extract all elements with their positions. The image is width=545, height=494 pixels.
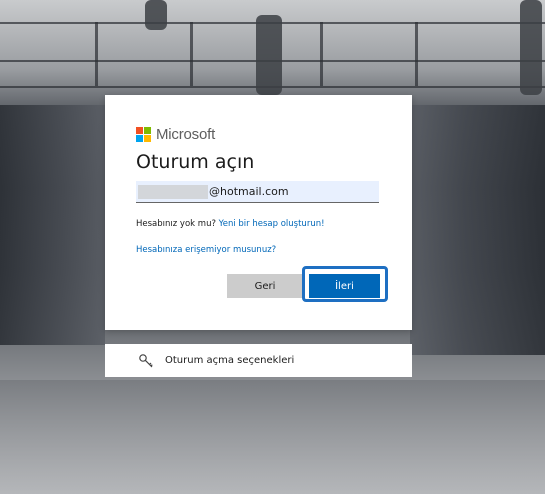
railing-post — [415, 22, 418, 86]
brand-name: Microsoft — [156, 125, 216, 143]
email-redaction — [138, 184, 208, 199]
background-lower — [0, 380, 545, 494]
email-field[interactable]: @hotmail.com — [136, 181, 379, 203]
next-button[interactable]: İleri — [309, 274, 380, 298]
signin-options-label: Oturum açma seçenekleri — [165, 355, 295, 366]
railing-post — [95, 22, 98, 86]
signin-card: Microsoft Oturum açın @hotmail.com Hesab… — [105, 95, 412, 330]
microsoft-logo: Microsoft — [136, 125, 216, 143]
email-suffix: @hotmail.com — [209, 185, 289, 198]
page-title: Oturum açın — [136, 151, 255, 173]
no-account-text: Hesabınız yok mu? Yeni bir hesap oluştur… — [136, 219, 325, 229]
back-button[interactable]: Geri — [227, 274, 303, 298]
background-person — [256, 15, 282, 95]
background-wall-right — [410, 105, 545, 355]
background-person — [145, 0, 167, 30]
no-account-label: Hesabınız yok mu? — [136, 219, 216, 229]
cant-access-link[interactable]: Hesabınıza erişemiyor musunuz? — [136, 245, 276, 255]
railing-post — [320, 22, 323, 86]
key-icon — [137, 352, 155, 370]
background-person — [520, 0, 542, 95]
create-account-link[interactable]: Yeni bir hesap oluşturun! — [219, 219, 325, 229]
signin-options-button[interactable]: Oturum açma seçenekleri — [105, 344, 412, 377]
background-wall-left — [0, 105, 105, 345]
microsoft-logo-icon — [136, 126, 151, 142]
railing-post — [190, 22, 193, 86]
